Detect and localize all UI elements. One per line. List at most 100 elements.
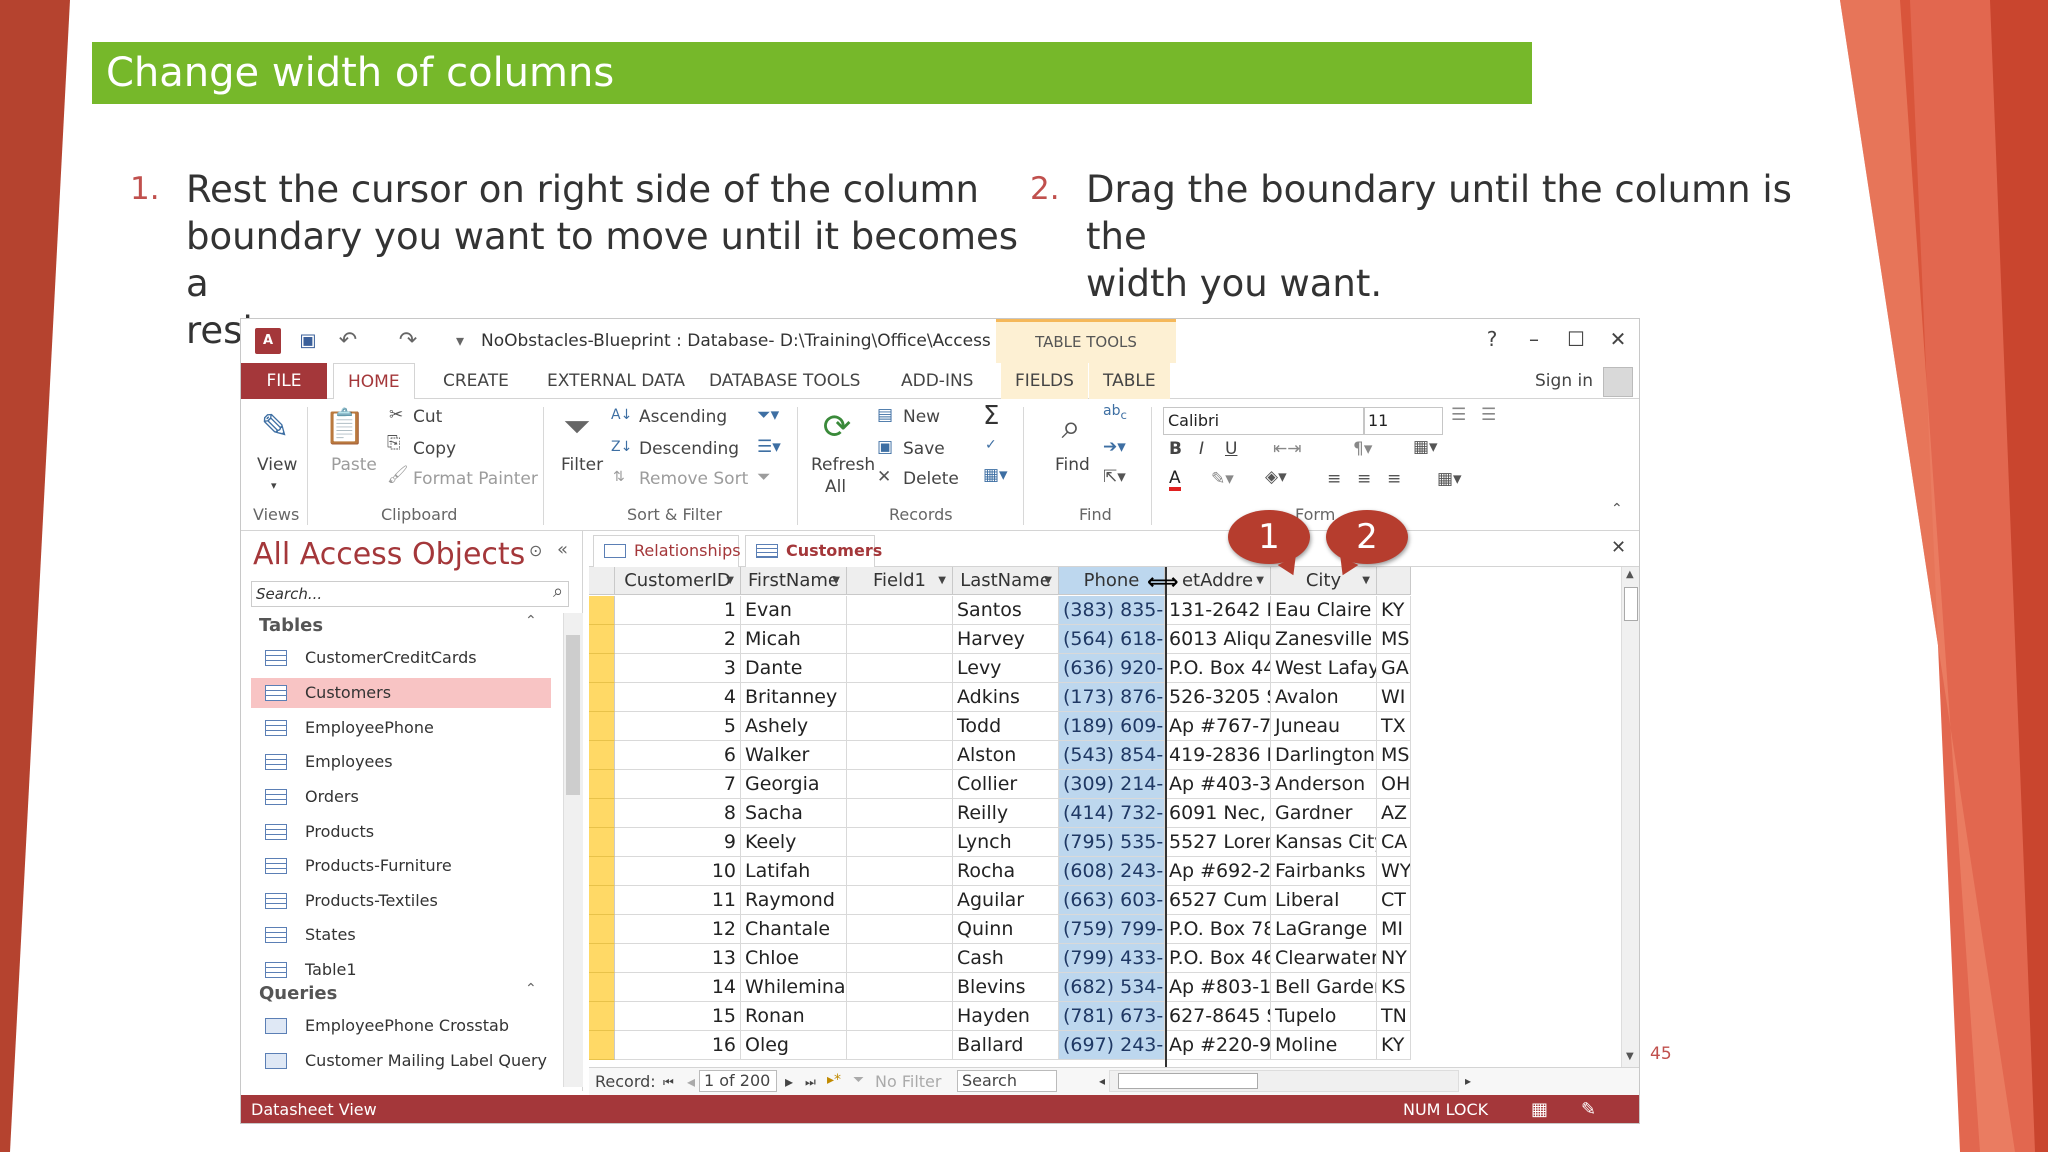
cell-lastname[interactable]: Hayden — [953, 1002, 1059, 1031]
cell-state[interactable]: CT — [1377, 886, 1411, 915]
cell-state[interactable]: OH — [1377, 770, 1411, 799]
cell-street-address[interactable]: 6091 Nec, Ave — [1165, 799, 1271, 828]
remove-sort-icon[interactable]: ⇅ — [613, 469, 625, 485]
cell-firstname[interactable]: Chloe — [741, 944, 847, 973]
cell-lastname[interactable]: Quinn — [953, 915, 1059, 944]
cell-customerid[interactable]: 14 — [615, 973, 741, 1002]
cell-phone[interactable]: (414) 732-8258 — [1059, 799, 1165, 828]
tab-table[interactable]: TABLE — [1089, 363, 1170, 399]
cell-customerid[interactable]: 2 — [615, 625, 741, 654]
cell-firstname[interactable]: Raymond — [741, 886, 847, 915]
nav-scroll-thumb[interactable] — [566, 635, 580, 795]
redo-icon[interactable]: ↷ — [395, 328, 421, 354]
close-button[interactable]: ✕ — [1603, 327, 1633, 351]
cell-state[interactable]: TX — [1377, 712, 1411, 741]
cell-lastname[interactable]: Todd — [953, 712, 1059, 741]
refresh-all-button[interactable]: All — [825, 477, 846, 497]
cell-firstname[interactable]: Whilemina — [741, 973, 847, 1002]
cell-firstname[interactable]: Georgia — [741, 770, 847, 799]
queries-collapse-icon[interactable]: ⌃ — [525, 981, 537, 997]
cell-street-address[interactable]: Ap #803-1572 C — [1165, 973, 1271, 1002]
column-dropdown-icon[interactable]: ▼ — [1044, 567, 1052, 595]
cell-state[interactable]: KY — [1377, 1031, 1411, 1060]
cell-field1[interactable] — [847, 944, 953, 973]
cell-customerid[interactable]: 12 — [615, 915, 741, 944]
design-view-icon[interactable]: ✎ — [1581, 1095, 1596, 1123]
tab-add-ins[interactable]: ADD-INS — [887, 363, 987, 399]
cell-phone[interactable]: (173) 876-9722 — [1059, 683, 1165, 712]
cell-lastname[interactable]: Collier — [953, 770, 1059, 799]
tab-fields[interactable]: FIELDS — [1001, 363, 1088, 399]
remove-sort-button[interactable]: Remove Sort — [639, 469, 748, 489]
cell-field1[interactable] — [847, 712, 953, 741]
underline-button[interactable]: U — [1225, 439, 1237, 459]
record-selector[interactable] — [589, 712, 615, 741]
nav-item-table-selected[interactable]: Customers — [251, 678, 551, 708]
cell-lastname[interactable]: Blevins — [953, 973, 1059, 1002]
nav-collapse-icon[interactable]: « — [557, 539, 568, 560]
cell-lastname[interactable]: Harvey — [953, 625, 1059, 654]
record-selector[interactable] — [589, 770, 615, 799]
record-selector[interactable] — [589, 625, 615, 654]
cell-customerid[interactable]: 1 — [615, 596, 741, 625]
view-dropdown-icon[interactable]: ▾ — [271, 479, 277, 492]
cell-city[interactable]: Darlington — [1271, 741, 1377, 770]
minimize-button[interactable]: – — [1519, 327, 1549, 351]
column-dropdown-icon[interactable]: ▼ — [726, 567, 734, 595]
cell-lastname[interactable]: Lynch — [953, 828, 1059, 857]
view-button[interactable]: View — [257, 455, 297, 475]
cell-state[interactable]: NY — [1377, 944, 1411, 973]
cell-field1[interactable] — [847, 857, 953, 886]
cell-customerid[interactable]: 8 — [615, 799, 741, 828]
descending-button[interactable]: Descending — [639, 439, 739, 459]
cell-phone[interactable]: (543) 854-5444 — [1059, 741, 1165, 770]
last-record-button[interactable]: ⏭ — [805, 1075, 816, 1090]
filter-icon[interactable]: ⏷ — [555, 405, 599, 449]
cell-phone[interactable]: (697) 243-0509 — [1059, 1031, 1165, 1060]
copy-button[interactable]: Copy — [413, 439, 456, 459]
cell-city[interactable]: Avalon — [1271, 683, 1377, 712]
cell-customerid[interactable]: 15 — [615, 1002, 741, 1031]
cell-field1[interactable] — [847, 799, 953, 828]
save-icon[interactable]: ▣ — [295, 328, 321, 354]
font-size-select[interactable]: 11 — [1363, 407, 1443, 435]
record-selector[interactable] — [589, 799, 615, 828]
tab-external-data[interactable]: EXTERNAL DATA — [533, 363, 699, 399]
hscroll-thumb[interactable] — [1118, 1073, 1258, 1089]
cell-city[interactable]: Bell Gardens — [1271, 973, 1377, 1002]
tab-relationships[interactable]: Relationships — [593, 535, 741, 567]
cell-customerid[interactable]: 7 — [615, 770, 741, 799]
binoculars-icon[interactable]: ⌕ — [1049, 405, 1093, 449]
cell-phone[interactable]: (309) 214-5590 — [1059, 770, 1165, 799]
find-button[interactable]: Find — [1055, 455, 1090, 475]
cell-firstname[interactable]: Micah — [741, 625, 847, 654]
cell-street-address[interactable]: Ap #692-2451 A — [1165, 857, 1271, 886]
cell-firstname[interactable]: Evan — [741, 596, 847, 625]
nav-section-tables[interactable]: Tables — [259, 615, 323, 636]
cell-state[interactable]: WY — [1377, 857, 1411, 886]
record-selector[interactable] — [589, 915, 615, 944]
cell-field1[interactable] — [847, 1031, 953, 1060]
gridlines-icon[interactable]: ▦▾ — [1413, 437, 1438, 457]
record-selector[interactable] — [589, 1031, 615, 1060]
sign-in-link[interactable]: Sign in — [1535, 371, 1593, 391]
toggle-filter-icon[interactable]: ⏷ — [757, 467, 771, 487]
refresh-button[interactable]: Refresh — [811, 455, 875, 475]
column-header-firstname[interactable]: FirstName ▼ — [741, 567, 847, 595]
cell-city[interactable]: Eau Claire — [1271, 596, 1377, 625]
refresh-icon[interactable]: ⟳ — [815, 405, 859, 449]
record-selector[interactable] — [589, 886, 615, 915]
cell-phone[interactable]: (759) 799-8054 — [1059, 915, 1165, 944]
cell-firstname[interactable]: Sacha — [741, 799, 847, 828]
column-header-customerid[interactable]: CustomerID ▼ — [615, 567, 741, 595]
italic-button[interactable]: I — [1199, 439, 1204, 459]
tables-collapse-icon[interactable]: ⌃ — [525, 613, 537, 629]
descending-icon[interactable]: Z↓ — [611, 439, 632, 455]
cell-field1[interactable] — [847, 1002, 953, 1031]
cell-customerid[interactable]: 13 — [615, 944, 741, 973]
cell-customerid[interactable]: 4 — [615, 683, 741, 712]
nav-section-queries[interactable]: Queries — [259, 983, 337, 1004]
cell-state[interactable]: CA — [1377, 828, 1411, 857]
cell-state[interactable]: GA — [1377, 654, 1411, 683]
cell-firstname[interactable]: Chantale — [741, 915, 847, 944]
